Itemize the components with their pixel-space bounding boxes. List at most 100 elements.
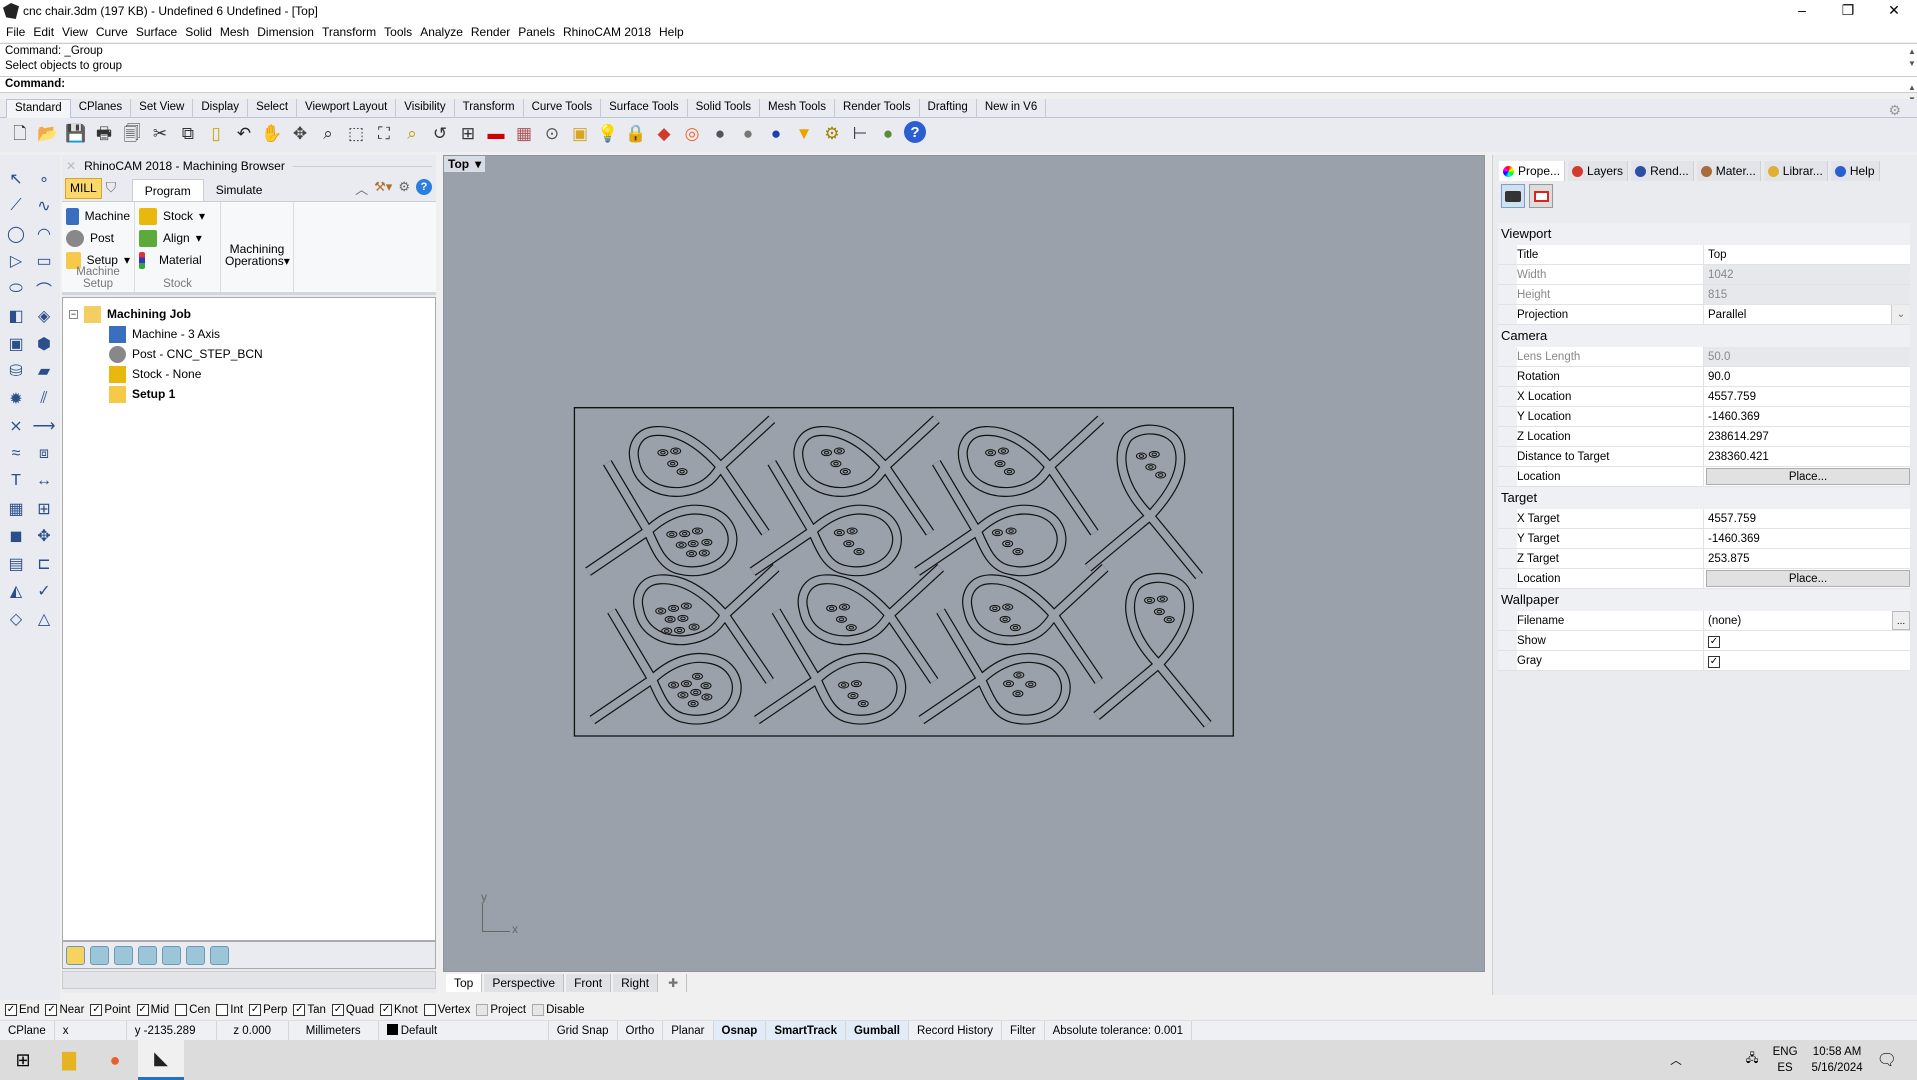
box-icon[interactable]: ▣ <box>2 330 30 358</box>
close-button[interactable]: ✕ <box>1871 0 1917 22</box>
toolbar-tab-surface-tools[interactable]: Surface Tools <box>601 99 688 118</box>
viewport-label[interactable]: Top ▾ <box>444 156 486 172</box>
menu-rhinocam-2018[interactable]: RhinoCAM 2018 <box>561 25 657 39</box>
tree-node-setup[interactable]: Setup 1 <box>69 384 435 404</box>
trim-icon[interactable]: ⨯ <box>2 413 30 441</box>
checkbox[interactable]: ✓ <box>45 1003 58 1016</box>
toolbar-tab-set-view[interactable]: Set View <box>131 99 194 118</box>
collapse-icon[interactable]: − <box>69 309 78 319</box>
boolean-icon[interactable]: ⬢ <box>30 330 58 358</box>
tree-node-post[interactable]: Post - CNC_STEP_BCN <box>69 344 435 364</box>
paste-icon[interactable]: ▯ <box>204 121 228 145</box>
toolbar-tab-drafting[interactable]: Drafting <box>920 99 977 118</box>
command-scrollbar[interactable]: ▲▼▲▼ <box>1903 46 1916 104</box>
gear-tool-icon[interactable]: ✹ <box>2 385 30 413</box>
panel-tab-prope[interactable]: Prope... <box>1499 161 1566 181</box>
menu-render[interactable]: Render <box>469 25 516 39</box>
section-icon[interactable]: ⊏ <box>30 550 58 578</box>
extend-icon[interactable]: ⟶ <box>30 413 58 441</box>
ops-icon-3[interactable] <box>114 946 133 965</box>
layers-icon[interactable]: ◆ <box>652 121 676 145</box>
cut-icon[interactable]: ✂ <box>148 121 172 145</box>
move-icon[interactable]: ✥ <box>30 523 58 551</box>
polyline-icon[interactable]: ⟋ <box>2 193 30 221</box>
command-prompt[interactable]: Command: <box>0 76 1917 92</box>
chair-part-3[interactable] <box>915 417 1103 574</box>
property-value[interactable]: Top <box>1704 245 1910 264</box>
osnap-vertex[interactable]: Vertex <box>423 1003 470 1016</box>
checkbox[interactable]: ✓ <box>380 1003 393 1016</box>
machining-operations-button[interactable]: Machining Operations▾ <box>221 202 294 292</box>
property-value[interactable]: 4557.759 <box>1704 387 1910 406</box>
toggle-osnap[interactable]: Osnap <box>713 1020 767 1041</box>
close-panel-icon[interactable]: ✕ <box>66 159 76 173</box>
array-icon[interactable]: ▦ <box>2 495 30 523</box>
point-icon[interactable]: ∘ <box>30 165 58 193</box>
property-value[interactable]: 253.875 <box>1704 549 1910 568</box>
panel-tab-mater[interactable]: Mater... <box>1696 161 1761 181</box>
osnap-disable[interactable]: Disable <box>532 1003 584 1016</box>
chevron-down-icon[interactable]: ⌄ <box>1891 305 1910 324</box>
new-file-icon[interactable]: 🗋 <box>8 121 32 145</box>
cylinder-icon[interactable]: ⛁ <box>2 358 30 386</box>
toolbar-tab-transform[interactable]: Transform <box>455 99 524 118</box>
circle-icon[interactable]: ◯ <box>2 220 30 248</box>
current-layer[interactable]: Default <box>379 1020 549 1041</box>
tab-perspective[interactable]: Perspective <box>484 974 565 992</box>
open-folder-icon[interactable]: 📂 <box>36 121 60 145</box>
checkbox[interactable] <box>476 1003 489 1016</box>
show-checkbox[interactable]: ✓ <box>1708 636 1720 648</box>
print-icon[interactable]: 🖶 <box>92 121 116 145</box>
checkbox[interactable] <box>216 1003 229 1016</box>
osnap-point[interactable]: ✓ Point <box>90 1003 131 1016</box>
pan-hand-icon[interactable]: ✋ <box>260 121 284 145</box>
car-icon[interactable]: ▬ <box>484 121 508 145</box>
camera-view-button[interactable] <box>1501 184 1525 208</box>
toolbar-settings-gear-icon[interactable]: ⚙ <box>1880 100 1909 119</box>
osnap-cen[interactable]: Cen <box>175 1003 210 1016</box>
mill-button[interactable]: MILL <box>65 178 102 199</box>
checkbox[interactable]: ✓ <box>249 1003 262 1016</box>
checkbox[interactable]: ✓ <box>293 1003 306 1016</box>
ops-icon-1[interactable] <box>66 946 85 965</box>
material-button[interactable]: Material <box>139 249 216 271</box>
blend-icon[interactable]: ≈ <box>2 440 30 468</box>
grid-icon[interactable]: ▤ <box>2 550 30 578</box>
property-value[interactable]: 90.0 <box>1704 367 1910 386</box>
extrude-icon[interactable]: ▰ <box>30 358 58 386</box>
tab-simulate[interactable]: Simulate <box>204 179 275 201</box>
surface-icon[interactable]: ◧ <box>2 303 30 331</box>
mesh-icon[interactable]: ◇ <box>2 605 30 633</box>
tree-node-machining-job[interactable]: − Machining Job <box>69 304 435 324</box>
spotlight-icon[interactable]: ▼ <box>792 121 816 145</box>
loft-icon[interactable]: ◈ <box>30 303 58 331</box>
toolbar-tab-solid-tools[interactable]: Solid Tools <box>688 99 760 118</box>
property-value[interactable]: (none)... <box>1704 611 1910 630</box>
menu-tools[interactable]: Tools <box>382 25 418 39</box>
notifications-icon[interactable]: 🗨 <box>1877 1050 1897 1070</box>
menu-transform[interactable]: Transform <box>320 25 382 39</box>
toolbar-tab-curve-tools[interactable]: Curve Tools <box>524 99 602 118</box>
place-button[interactable]: Place... <box>1706 468 1910 485</box>
dimension-icon[interactable]: ⊢ <box>848 121 872 145</box>
maximize-button[interactable]: ❐ <box>1825 0 1871 22</box>
start-windows-icon[interactable]: ⊞ <box>0 1040 46 1080</box>
place-button[interactable]: Place... <box>1706 570 1910 587</box>
tree-node-machine[interactable]: Machine - 3 Axis <box>69 324 435 344</box>
select-arrow-icon[interactable]: ↖ <box>2 165 30 193</box>
language-indicator[interactable]: ENG ES <box>1773 1044 1798 1076</box>
toggle-grid-snap[interactable]: Grid Snap <box>549 1020 618 1041</box>
zoom-selected-icon[interactable]: ⌕ <box>400 121 424 145</box>
rhino-taskbar-icon[interactable]: ◣ <box>138 1040 184 1080</box>
file-explorer-icon[interactable]: ▇ <box>46 1040 92 1080</box>
menu-curve[interactable]: Curve <box>94 25 134 39</box>
tab-front[interactable]: Front <box>566 974 612 992</box>
select-points-icon[interactable]: ▣ <box>568 121 592 145</box>
cplane-label[interactable]: CPlane <box>0 1020 55 1041</box>
panel-tab-librar[interactable]: Librar... <box>1763 161 1828 181</box>
menu-edit[interactable]: Edit <box>31 25 60 39</box>
checkbox[interactable] <box>175 1003 188 1016</box>
globe-icon[interactable]: ● <box>876 121 900 145</box>
group-icon[interactable]: ⊞ <box>30 495 58 523</box>
osnap-tan[interactable]: ✓ Tan <box>293 1003 326 1016</box>
